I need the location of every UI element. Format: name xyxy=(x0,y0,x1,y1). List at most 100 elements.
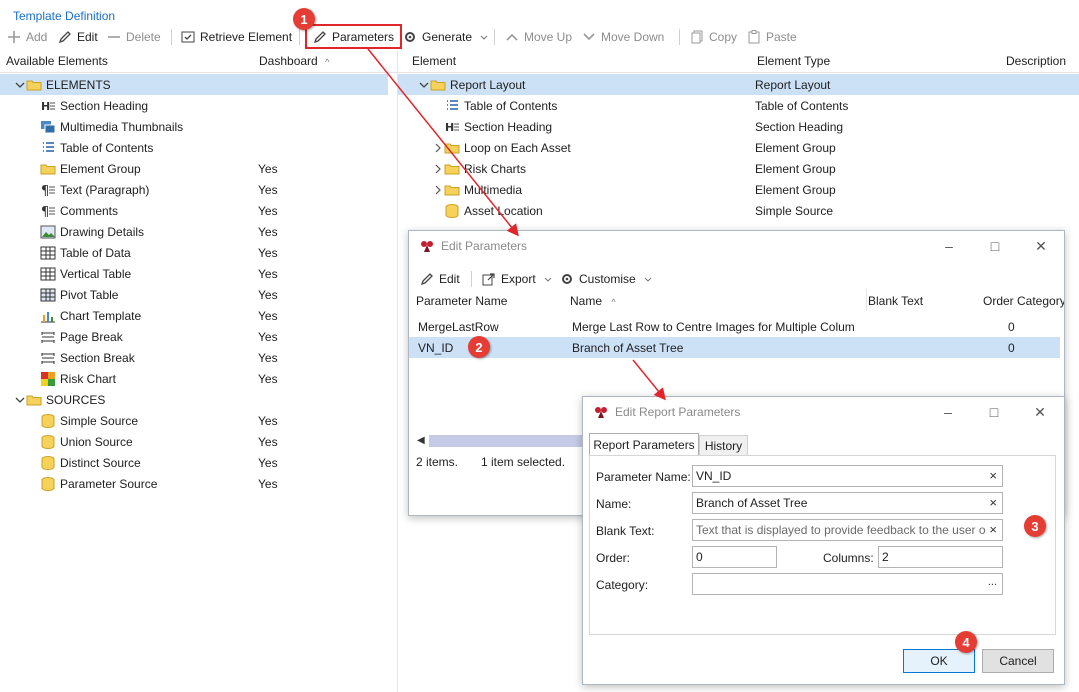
add-button[interactable]: Add xyxy=(6,26,47,48)
expand-chevron-icon[interactable] xyxy=(12,77,25,93)
ellipsis-icon[interactable]: ... xyxy=(988,576,997,588)
folder-icon xyxy=(430,77,446,93)
pivot-table-icon xyxy=(40,287,56,303)
tree-item[interactable]: Section Break xyxy=(40,347,135,368)
collapse-chevron-icon[interactable] xyxy=(430,161,441,177)
maximize-button[interactable]: □ xyxy=(987,238,1003,254)
layout-tree-row[interactable]: Asset Location xyxy=(444,200,543,221)
tree-item[interactable]: Parameter Source xyxy=(40,473,157,494)
expand-chevron-icon[interactable] xyxy=(416,77,429,93)
tree-item[interactable]: ¶ Comments xyxy=(40,200,118,221)
move-down-button[interactable]: Move Down xyxy=(581,26,664,48)
step-badge-1: 1 xyxy=(293,8,315,30)
col-order[interactable]: Order xyxy=(983,294,1014,308)
table-of-contents-icon xyxy=(444,98,460,114)
dashboard-header[interactable]: Dashboard ^ xyxy=(259,54,329,68)
layout-tree-row[interactable]: Risk Charts xyxy=(430,158,526,179)
tree-item[interactable]: Drawing Details xyxy=(40,221,144,242)
tree-group-sources[interactable]: SOURCES xyxy=(0,389,105,410)
table-row[interactable]: MergeLastRow Merge Last Row to Centre Im… xyxy=(409,316,1064,337)
edit-button[interactable]: Edit xyxy=(57,26,98,48)
tree-item[interactable]: Union Source xyxy=(40,431,133,452)
svg-text:H: H xyxy=(41,100,50,113)
maximize-button[interactable]: □ xyxy=(986,404,1002,420)
items-count: 2 items. xyxy=(416,455,459,469)
tree-item[interactable]: Chart Template xyxy=(40,305,141,326)
order-input[interactable]: 0 xyxy=(692,546,777,568)
chevron-down-icon xyxy=(540,271,552,287)
paste-button[interactable]: Paste xyxy=(746,26,797,48)
tab-report-parameters[interactable]: Report Parameters xyxy=(589,433,699,456)
tree-item[interactable]: Table of Contents xyxy=(40,137,153,158)
step-badge-3: 3 xyxy=(1024,515,1046,537)
app-logo-icon xyxy=(419,238,435,254)
edit-parameters-titlebar: Edit Parameters xyxy=(409,231,1064,261)
element-type-value: Table of Contents xyxy=(755,99,849,113)
clear-icon[interactable]: × xyxy=(989,495,997,510)
layout-tree-row[interactable]: H Section Heading xyxy=(444,116,552,137)
table-row-selected[interactable]: VN_ID Branch of Asset Tree 0 xyxy=(409,337,1060,358)
tree-item[interactable]: ¶ Text (Paragraph) xyxy=(40,179,149,200)
columns-label: Columns: xyxy=(823,551,874,565)
clear-icon[interactable]: × xyxy=(989,468,997,483)
copy-button[interactable]: Copy xyxy=(689,26,737,48)
retrieve-icon xyxy=(180,29,196,45)
svg-text:H: H xyxy=(445,121,454,134)
col-category[interactable]: Category xyxy=(1017,294,1064,308)
category-input[interactable]: ... xyxy=(692,573,1003,595)
name-input[interactable]: Branch of Asset Tree × xyxy=(692,492,1003,514)
element-header[interactable]: Element xyxy=(412,54,456,68)
tree-item[interactable]: Pivot Table xyxy=(40,284,118,305)
parameter-name-label: Parameter Name: xyxy=(596,470,691,484)
layout-tree-row[interactable]: Multimedia xyxy=(430,179,522,200)
element-type-value: Element Group xyxy=(755,162,836,176)
minimize-button[interactable]: – xyxy=(940,404,956,420)
tree-item[interactable]: Risk Chart xyxy=(40,368,116,389)
tree-item[interactable]: Vertical Table xyxy=(40,263,131,284)
tree-item[interactable]: Table of Data xyxy=(40,242,131,263)
category-label: Category: xyxy=(596,578,649,592)
retrieve-element-button[interactable]: Retrieve Element xyxy=(180,26,292,48)
chevron-down-icon xyxy=(476,29,488,45)
dashboard-value: Yes xyxy=(258,414,278,428)
pencil-icon xyxy=(419,271,435,287)
horizontal-scrollbar-thumb[interactable] xyxy=(429,435,584,447)
expand-chevron-icon[interactable] xyxy=(12,392,25,408)
clear-icon[interactable]: × xyxy=(989,522,997,537)
col-parameter-name[interactable]: Parameter Name xyxy=(416,294,507,308)
description-header[interactable]: Description xyxy=(1006,54,1066,68)
tree-item[interactable]: Multimedia Thumbnails xyxy=(40,116,183,137)
collapse-chevron-icon[interactable] xyxy=(430,182,441,198)
close-button[interactable]: ✕ xyxy=(1033,238,1049,254)
blank-text-input[interactable]: Text that is displayed to provide feedba… xyxy=(692,519,1003,541)
main-toolbar: Add Edit Delete Retrieve Element Paramet… xyxy=(0,24,1079,49)
pencil-icon xyxy=(57,29,73,45)
collapse-chevron-icon[interactable] xyxy=(430,140,441,156)
tree-item[interactable]: H Section Heading xyxy=(40,95,148,116)
element-type-header[interactable]: Element Type xyxy=(757,54,830,68)
columns-input[interactable]: 2 xyxy=(878,546,1003,568)
generate-button[interactable]: Generate xyxy=(402,26,488,48)
tree-item[interactable]: Simple Source xyxy=(40,410,138,431)
layout-tree-row[interactable]: Table of Contents xyxy=(444,95,557,116)
move-up-button[interactable]: Move Up xyxy=(504,26,572,48)
tree-item[interactable]: Element Group xyxy=(40,158,141,179)
minimize-button[interactable]: – xyxy=(941,238,957,254)
cancel-button[interactable]: Cancel xyxy=(982,649,1054,673)
param-edit-button[interactable]: Edit xyxy=(419,268,460,290)
parameter-name-input[interactable]: VN_ID × xyxy=(692,465,1003,487)
customise-button[interactable]: Customise xyxy=(559,268,652,290)
tree-item[interactable]: Distinct Source xyxy=(40,452,141,473)
delete-button[interactable]: Delete xyxy=(106,26,161,48)
tab-history[interactable]: History xyxy=(699,435,748,456)
col-blank-text[interactable]: Blank Text xyxy=(868,294,923,308)
dashboard-value: Yes xyxy=(258,372,278,386)
export-button[interactable]: Export xyxy=(481,268,552,290)
tree-item[interactable]: Page Break xyxy=(40,326,123,347)
col-name[interactable]: Name ^ xyxy=(570,294,616,308)
close-button[interactable]: ✕ xyxy=(1032,404,1048,420)
layout-tree-row[interactable]: Loop on Each Asset xyxy=(430,137,571,158)
tree-group-elements[interactable]: ELEMENTS xyxy=(0,74,388,95)
layout-tree-row[interactable]: Report Layout xyxy=(398,74,1079,95)
available-elements-header[interactable]: Available Elements xyxy=(6,54,108,68)
